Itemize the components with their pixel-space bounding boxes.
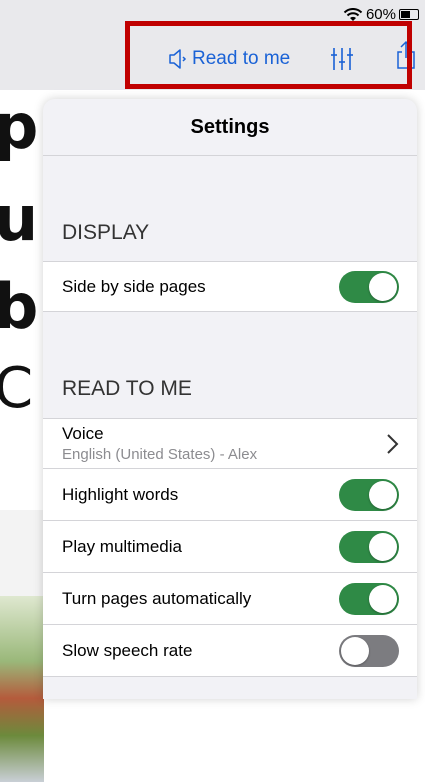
battery-icon	[399, 9, 419, 20]
sliders-icon[interactable]	[330, 47, 354, 71]
chevron-right-icon	[387, 434, 399, 454]
toggle-knob	[369, 533, 397, 561]
row-side-by-side-pages[interactable]: Side by side pages	[43, 262, 417, 312]
toggle-knob	[341, 637, 369, 665]
row-voice[interactable]: Voice English (United States) - Alex	[43, 419, 417, 469]
row-play-multimedia[interactable]: Play multimedia	[43, 521, 417, 573]
reader-toolbar: Read to me	[0, 28, 425, 90]
display-section-label: DISPLAY	[62, 221, 150, 244]
wifi-icon	[343, 7, 363, 21]
turn-pages-toggle[interactable]	[339, 583, 399, 615]
book-page-letter: b	[0, 270, 39, 343]
highlight-words-toggle[interactable]	[339, 479, 399, 511]
toggle-knob	[369, 273, 397, 301]
speaker-icon	[169, 49, 187, 69]
side-by-side-toggle[interactable]	[339, 271, 399, 303]
toggle-knob	[369, 585, 397, 613]
voice-label: Voice	[62, 424, 104, 443]
row-highlight-words[interactable]: Highlight words	[43, 469, 417, 521]
read-to-me-button[interactable]: Read to me	[168, 48, 290, 70]
settings-panel: Settings DISPLAY Side by side pages READ…	[43, 99, 417, 699]
voice-value: English (United States) - Alex	[62, 446, 258, 463]
read-to-me-label: Read to me	[192, 48, 291, 69]
toggle-knob	[369, 481, 397, 509]
book-page-letter: C	[0, 356, 34, 421]
book-page-divider	[0, 510, 44, 600]
status-bar: 60%	[0, 0, 425, 28]
row-label: Side by side pages	[62, 277, 206, 296]
slow-speech-toggle[interactable]	[339, 635, 399, 667]
row-label: Play multimedia	[62, 537, 182, 556]
row-label: Turn pages automatically	[62, 589, 252, 608]
row-turn-pages-automatically[interactable]: Turn pages automatically	[43, 573, 417, 625]
book-page-image	[0, 596, 44, 782]
book-page-letter: p	[0, 90, 39, 163]
read-to-me-section-label: READ TO ME	[62, 377, 192, 400]
battery-percent: 60%	[365, 6, 396, 23]
book-page-letter: u	[0, 182, 39, 255]
play-multimedia-toggle[interactable]	[339, 531, 399, 563]
row-label: Slow speech rate	[62, 641, 193, 660]
row-label: Highlight words	[62, 485, 179, 504]
settings-title: Settings	[43, 99, 417, 156]
share-icon[interactable]	[396, 40, 416, 70]
row-slow-speech-rate[interactable]: Slow speech rate	[43, 625, 417, 677]
